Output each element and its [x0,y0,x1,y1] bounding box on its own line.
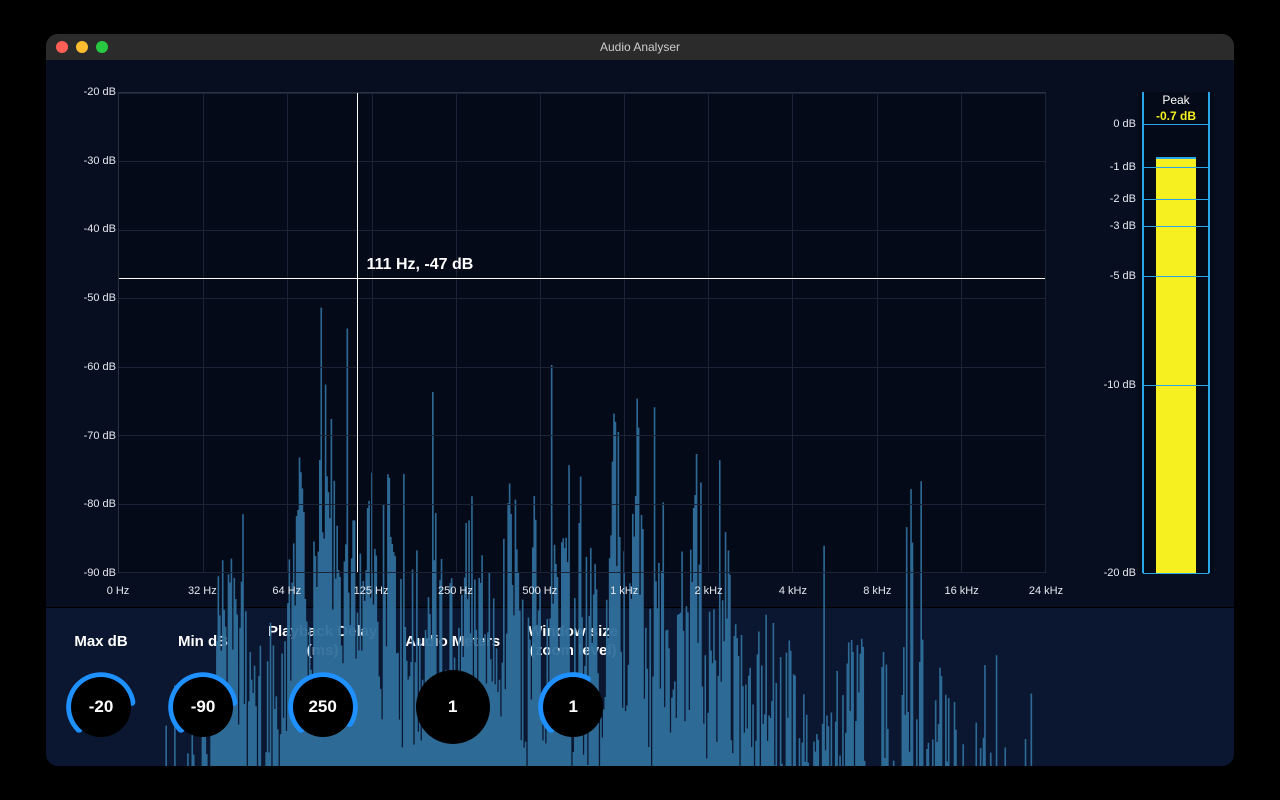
y-axis-tick: -50 dB [60,292,116,304]
knob[interactable]: 1 [536,670,610,744]
content: 111 Hz, -47 dB -20 dB -30 dB -40 dB -50 dB -… [46,60,1234,766]
meter-axis-tick: -10 dB [1094,379,1136,391]
close-icon[interactable] [56,41,68,53]
peak-meter-panel: Peak -0.7 dB 0 dB -1 dB -2 dB -3 dB -5 dB -10… [1094,66,1228,607]
knob[interactable]: 1 [416,670,490,744]
x-axis-tick: 8 kHz [863,585,891,597]
y-axis-tick: -70 dB [60,430,116,442]
knob-value: -20 [64,670,138,744]
peak-meter-value: -0.7 dB [1138,109,1214,123]
titlebar[interactable]: Audio Analyser [46,34,1234,60]
y-axis-tick: -30 dB [60,155,116,167]
x-axis-tick: 0 Hz [107,585,130,597]
knob-value: -90 [166,670,240,744]
x-axis-tick: 32 Hz [188,585,217,597]
knob-value: 250 [286,670,360,744]
cursor-vertical-line [357,93,358,572]
x-axis-tick: 4 kHz [779,585,807,597]
y-axis-tick: -90 dB [60,567,116,579]
knob[interactable]: -20 [64,670,138,744]
meter-axis-tick: -20 dB [1094,567,1136,579]
knob[interactable]: -90 [166,670,240,744]
x-axis-tick: 2 kHz [694,585,722,597]
x-axis-tick: 250 Hz [438,585,473,597]
app-window: Audio Analyser 111 Hz, -47 dB [46,34,1234,766]
spectrum-panel: 111 Hz, -47 dB -20 dB -30 dB -40 dB -50 dB -… [52,66,1088,607]
meter-axis-tick: 0 dB [1094,118,1136,130]
cursor-readout: 111 Hz, -47 dB [367,256,474,274]
y-axis-tick: -60 dB [60,361,116,373]
y-axis-tick: -40 dB [60,223,116,235]
peak-meter: Peak -0.7 dB 0 dB -1 dB -2 dB -3 dB -5 dB -10… [1094,78,1214,599]
x-axis-tick: 125 Hz [354,585,389,597]
x-axis-tick: 24 kHz [1029,585,1063,597]
window-title: Audio Analyser [600,40,680,54]
meter-axis-tick: -3 dB [1094,220,1136,232]
y-axis-tick: -80 dB [60,498,116,510]
zoom-icon[interactable] [96,41,108,53]
peak-meter-bar [1156,157,1196,573]
x-axis-tick: 1 kHz [610,585,638,597]
x-axis-tick: 16 kHz [945,585,979,597]
x-axis-tick: 64 Hz [272,585,301,597]
knob-value: 1 [416,670,490,744]
knob[interactable]: 250 [286,670,360,744]
peak-meter-title: Peak [1138,93,1214,107]
x-axis-tick: 500 Hz [522,585,557,597]
peak-meter-indicator [1156,157,1196,159]
meter-axis-tick: -1 dB [1094,161,1136,173]
window-controls [56,41,108,53]
meter-axis-tick: -5 dB [1094,270,1136,282]
knob-value: 1 [536,670,610,744]
spectrum-plot[interactable]: 111 Hz, -47 dB -20 dB -30 dB -40 dB -50 dB -… [60,78,1070,599]
cursor-horizontal-line [119,278,1045,279]
minimize-icon[interactable] [76,41,88,53]
y-axis-tick: -20 dB [60,86,116,98]
meter-axis-tick: -2 dB [1094,193,1136,205]
